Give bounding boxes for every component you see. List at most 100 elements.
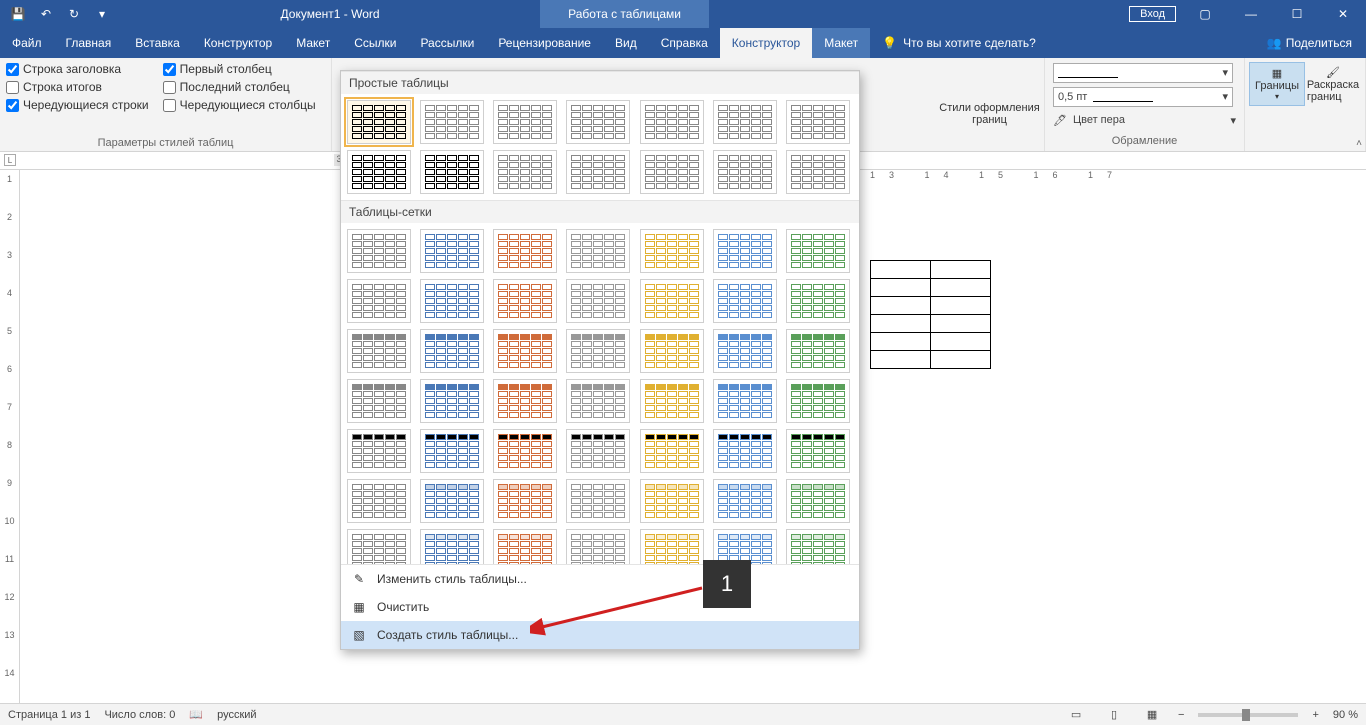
table-style-thumb[interactable] [347,429,411,473]
page-indicator[interactable]: Страница 1 из 1 [8,709,90,721]
table-style-thumb[interactable] [640,279,704,323]
table-style-thumb[interactable] [493,279,557,323]
zoom-out-button[interactable]: − [1178,709,1184,721]
tab-references[interactable]: Ссылки [342,28,408,58]
share-button[interactable]: 👥 Поделиться [1253,28,1366,58]
language-indicator[interactable]: русский [217,709,256,721]
table-style-thumb[interactable] [640,429,704,473]
table-style-thumb[interactable] [493,429,557,473]
tab-layout[interactable]: Макет [284,28,342,58]
table-style-thumb[interactable] [786,229,850,273]
table-style-thumb[interactable] [566,100,630,144]
undo-button[interactable]: ↶ [32,0,60,28]
pen-color-button[interactable]: 🖊 Цвет пера ▾ [1053,109,1236,131]
table-style-thumb[interactable] [420,329,484,373]
table-style-thumb[interactable] [640,379,704,423]
table-style-thumb[interactable] [420,100,484,144]
table-style-thumb[interactable] [566,429,630,473]
table-style-thumb[interactable] [493,529,557,564]
tab-table-layout[interactable]: Макет [812,28,870,58]
spellcheck-icon[interactable]: 📖 [189,708,203,721]
table-style-thumb[interactable] [786,150,850,194]
table-style-thumb[interactable] [713,479,777,523]
tab-help[interactable]: Справка [649,28,720,58]
first-column-checkbox[interactable]: Первый столбец [163,62,316,76]
read-mode-button[interactable]: ▭ [1064,706,1088,724]
ribbon-display-button[interactable]: ▢ [1182,0,1228,28]
save-button[interactable]: 💾 [4,0,32,28]
table-style-thumb[interactable] [347,229,411,273]
table-style-thumb[interactable] [640,100,704,144]
table-style-thumb[interactable] [786,279,850,323]
table-style-thumb[interactable] [640,229,704,273]
total-row-checkbox[interactable]: Строка итогов [6,80,149,94]
table-style-thumb[interactable] [713,379,777,423]
vertical-ruler[interactable]: 1 2 3 4 5 6 7 8 9 10 11 12 13 14 [0,170,20,703]
table-style-thumb[interactable] [347,329,411,373]
table-style-thumb[interactable] [713,529,777,564]
table-style-thumb[interactable] [713,429,777,473]
tab-table-design[interactable]: Конструктор [720,28,812,58]
table-style-thumb[interactable] [713,100,777,144]
table-style-thumb[interactable] [493,379,557,423]
table-style-thumb[interactable] [640,479,704,523]
table-style-thumb[interactable] [640,529,704,564]
modify-table-style-menuitem[interactable]: ✎ Изменить стиль таблицы... [341,565,859,593]
banded-rows-checkbox[interactable]: Чередующиеся строки [6,98,149,112]
table-style-thumb[interactable] [347,529,411,564]
last-column-checkbox[interactable]: Последний столбец [163,80,316,94]
zoom-level[interactable]: 90 % [1333,709,1358,721]
borders-button[interactable]: ▦ Границы ▾ [1249,62,1305,106]
table-style-thumb[interactable] [566,329,630,373]
table-style-thumb[interactable] [420,479,484,523]
tell-me-search[interactable]: 💡 Что вы хотите сделать? [870,28,1048,58]
new-table-style-menuitem[interactable]: ▧ Создать стиль таблицы... [341,621,859,649]
tab-insert[interactable]: Вставка [123,28,192,58]
table-style-thumb[interactable] [493,100,557,144]
table-style-thumb[interactable] [786,100,850,144]
table-style-thumb[interactable] [566,279,630,323]
tab-view[interactable]: Вид [603,28,649,58]
tab-home[interactable]: Главная [54,28,124,58]
table-style-thumb[interactable] [566,379,630,423]
qat-customize-button[interactable]: ▾ [88,0,116,28]
table-style-thumb[interactable] [713,279,777,323]
table-style-thumb[interactable] [786,329,850,373]
table-style-thumb[interactable] [786,529,850,564]
header-row-checkbox[interactable]: Строка заголовка [6,62,149,76]
table-style-thumb[interactable] [713,150,777,194]
table-style-thumb[interactable] [420,429,484,473]
close-button[interactable]: ✕ [1320,0,1366,28]
table-style-thumb[interactable] [640,329,704,373]
tab-selector[interactable]: L [4,154,16,166]
zoom-slider[interactable] [1198,713,1298,717]
document-table[interactable] [870,260,991,369]
table-style-thumb[interactable] [713,329,777,373]
web-layout-button[interactable]: ▦ [1140,706,1164,724]
table-style-thumb[interactable] [786,479,850,523]
table-style-thumb[interactable] [786,379,850,423]
print-layout-button[interactable]: ▯ [1102,706,1126,724]
table-style-thumb[interactable] [713,229,777,273]
border-painter-button[interactable]: 🖌 Раскраска границ [1305,62,1361,107]
maximize-button[interactable]: ☐ [1274,0,1320,28]
banded-columns-checkbox[interactable]: Чередующиеся столбцы [163,98,316,112]
table-style-thumb[interactable] [420,150,484,194]
redo-button[interactable]: ↻ [60,0,88,28]
border-styles-dropdown[interactable]: Стили оформления границ [935,58,1045,151]
table-style-thumb[interactable] [347,479,411,523]
clear-table-style-menuitem[interactable]: ▦ Очистить [341,593,859,621]
word-count[interactable]: Число слов: 0 [104,709,175,721]
table-style-thumb[interactable] [347,100,411,144]
login-button[interactable]: Вход [1129,6,1176,22]
table-style-thumb[interactable] [493,479,557,523]
table-style-thumb[interactable] [347,150,411,194]
pen-weight-combo[interactable]: 0,5 пт ▾ [1053,86,1236,108]
collapse-ribbon-button[interactable]: ˄ [1356,138,1362,149]
table-style-thumb[interactable] [493,229,557,273]
table-style-thumb[interactable] [786,429,850,473]
tab-design[interactable]: Конструктор [192,28,284,58]
tab-review[interactable]: Рецензирование [486,28,603,58]
table-style-thumb[interactable] [566,229,630,273]
table-style-thumb[interactable] [420,379,484,423]
